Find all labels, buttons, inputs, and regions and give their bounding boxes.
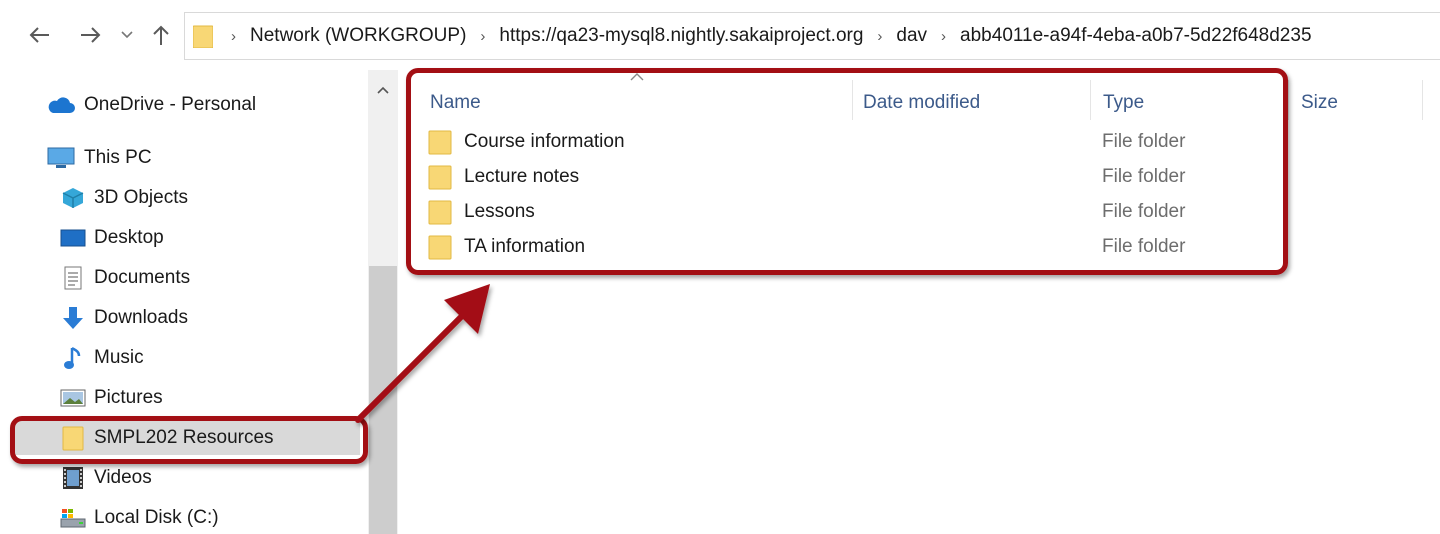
sidebar-item-onedrive[interactable]: OneDrive - Personal <box>46 88 256 122</box>
chevron-down-icon[interactable] <box>118 20 136 50</box>
sidebar-item-pictures[interactable]: Pictures <box>60 381 163 415</box>
chevron-right-icon: › <box>941 27 947 45</box>
cloud-icon <box>46 93 76 117</box>
sidebar-item-smpl202-resources[interactable]: SMPL202 Resources <box>14 421 360 455</box>
sidebar-item-label: Pictures <box>94 387 163 408</box>
file-type: File folder <box>1102 201 1186 222</box>
column-divider[interactable] <box>1090 80 1091 120</box>
file-row-lecture-notes[interactable]: Lecture notes File folder <box>428 161 1248 193</box>
sidebar-item-label: Documents <box>94 267 191 288</box>
forward-arrow-icon[interactable] <box>76 20 106 50</box>
sidebar-item-label: Videos <box>94 467 152 488</box>
file-name: Lessons <box>464 201 535 222</box>
file-name: Lecture notes <box>464 166 580 187</box>
sidebar-scrollbar[interactable] <box>368 70 398 534</box>
sidebar-item-label: This PC <box>84 147 152 168</box>
folder-icon <box>428 234 452 260</box>
folder-icon <box>428 164 452 190</box>
up-arrow-icon[interactable] <box>148 20 174 50</box>
file-row-course-information[interactable]: Course information File folder <box>428 126 1248 158</box>
sidebar-item-this-pc[interactable]: This PC <box>46 141 152 175</box>
file-name: Course information <box>464 131 625 152</box>
column-header-name[interactable]: Name <box>420 80 850 126</box>
sidebar-item-local-disk[interactable]: Local Disk (C:) <box>60 501 219 534</box>
folder-icon <box>192 24 214 49</box>
sidebar-item-3d-objects[interactable]: 3D Objects <box>60 181 188 215</box>
sidebar-item-label: Desktop <box>94 227 164 248</box>
column-header-date-modified[interactable]: Date modified <box>853 80 1089 126</box>
sidebar-item-music[interactable]: Music <box>60 341 144 375</box>
folder-icon <box>60 426 86 451</box>
pictures-icon <box>60 386 86 410</box>
file-row-ta-information[interactable]: TA information File folder <box>428 231 1248 263</box>
documents-icon <box>60 266 86 290</box>
music-icon <box>60 346 86 370</box>
file-row-lessons[interactable]: Lessons File folder <box>428 196 1248 228</box>
chevron-right-icon: › <box>480 27 486 45</box>
sidebar-item-documents[interactable]: Documents <box>60 261 190 295</box>
computer-icon <box>46 146 76 170</box>
navigation-bar: › Network (WORKGROUP) › https://qa23-mys… <box>0 0 1440 70</box>
breadcrumb-dav[interactable]: dav <box>896 25 927 47</box>
sidebar-item-desktop[interactable]: Desktop <box>60 221 164 255</box>
column-label: Date modified <box>863 92 981 113</box>
column-label: Size <box>1301 92 1338 113</box>
column-header-size[interactable]: Size <box>1291 80 1421 126</box>
back-arrow-icon[interactable] <box>24 20 54 50</box>
sidebar-item-label: Downloads <box>94 307 188 328</box>
chevron-right-icon: › <box>231 27 236 45</box>
chevron-right-icon: › <box>877 27 883 45</box>
file-type: File folder <box>1102 131 1186 152</box>
scroll-up-arrow-icon[interactable] <box>368 76 398 104</box>
breadcrumb: › Network (WORKGROUP) › https://qa23-mys… <box>192 13 1312 59</box>
local-disk-icon <box>60 506 86 530</box>
3d-objects-icon <box>60 186 86 210</box>
navigation-pane: OneDrive - Personal This PC 3D Objects D… <box>0 70 398 534</box>
folder-icon <box>428 129 452 155</box>
desktop-icon <box>60 226 86 250</box>
column-divider[interactable] <box>1422 80 1423 120</box>
sidebar-item-label: Music <box>94 347 144 368</box>
file-name: TA information <box>464 236 586 257</box>
scroll-thumb[interactable] <box>369 266 397 534</box>
address-bar[interactable]: › Network (WORKGROUP) › https://qa23-mys… <box>184 12 1440 60</box>
sidebar-item-label: 3D Objects <box>94 187 188 208</box>
column-divider[interactable] <box>1288 80 1289 120</box>
breadcrumb-site-id[interactable]: abb4011e-a94f-4eba-a0b7-5d22f648d235 <box>960 25 1311 47</box>
file-type: File folder <box>1102 166 1186 187</box>
videos-icon <box>60 466 86 490</box>
breadcrumb-network[interactable]: Network (WORKGROUP) <box>250 25 466 47</box>
file-list-pane: Name Date modified Type Size Course info… <box>398 70 1440 534</box>
sidebar-item-downloads[interactable]: Downloads <box>60 301 188 335</box>
sidebar-item-label: SMPL202 Resources <box>94 427 274 448</box>
downloads-icon <box>60 306 86 330</box>
breadcrumb-host[interactable]: https://qa23-mysql8.nightly.sakaiproject… <box>499 25 863 47</box>
sidebar-item-label: OneDrive - Personal <box>84 94 257 115</box>
column-label: Name <box>430 92 481 113</box>
sidebar-item-label: Local Disk (C:) <box>94 507 219 528</box>
folder-icon <box>428 199 452 225</box>
sidebar-item-videos[interactable]: Videos <box>60 461 152 495</box>
file-type: File folder <box>1102 236 1186 257</box>
column-label: Type <box>1103 92 1145 113</box>
column-header-type[interactable]: Type <box>1093 80 1287 126</box>
